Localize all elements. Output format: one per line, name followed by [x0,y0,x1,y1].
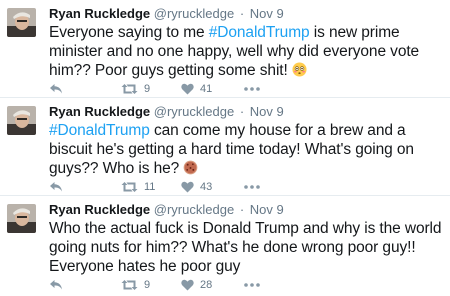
user-name[interactable]: Ryan Ruckledge [49,6,150,21]
heart-icon [181,83,194,95]
retweet-count: 9 [144,279,151,291]
separator: · [239,202,245,217]
retweet-count: 9 [144,83,151,95]
reply-button[interactable] [49,181,121,193]
like-count: 41 [200,83,213,95]
tweet-text-part: Who the actual fuck is Donald Trump and … [49,220,442,275]
tweet-actions: 9 28 [49,278,260,292]
flushed-face-emoji-icon [292,62,307,77]
like-button[interactable]: 28 [181,279,244,291]
tweet-date[interactable]: Nov 9 [250,6,284,21]
avatar[interactable] [7,8,36,37]
more-dots-icon [244,87,260,91]
tweet-feed: Ryan Ruckledge @ryruckledge · Nov 9 Ever… [0,0,450,296]
reply-icon [49,279,63,291]
more-dots-icon [244,185,260,189]
tweet-header: Ryan Ruckledge @ryruckledge · Nov 9 [49,104,446,120]
reply-icon [49,83,63,95]
more-button[interactable] [244,283,260,287]
retweet-button[interactable]: 11 [121,181,181,193]
reply-button[interactable] [49,279,121,291]
tweet-actions: 9 41 [49,82,260,96]
tweet-actions: 11 43 [49,180,260,194]
tweet-text-part: Everyone saying to me [49,24,209,41]
retweet-button[interactable]: 9 [121,83,181,95]
like-count: 28 [200,279,213,291]
retweet-icon [121,83,138,95]
tweet-header: Ryan Ruckledge @ryruckledge · Nov 9 [49,6,446,22]
retweet-button[interactable]: 9 [121,279,181,291]
cookie-emoji-icon [183,160,198,175]
user-name[interactable]: Ryan Ruckledge [49,202,150,217]
reply-icon [49,181,63,193]
avatar[interactable] [7,204,36,233]
separator: · [239,104,245,119]
like-count: 43 [200,181,213,193]
like-button[interactable]: 43 [181,181,244,193]
like-button[interactable]: 41 [181,83,244,95]
tweet-text: #DonaldTrump can come my house for a bre… [49,121,446,178]
retweet-icon [121,279,138,291]
retweet-icon [121,181,138,193]
tweet[interactable]: Ryan Ruckledge @ryruckledge · Nov 9 #Don… [0,98,450,196]
more-button[interactable] [244,87,260,91]
more-button[interactable] [244,185,260,189]
hashtag-link[interactable]: #DonaldTrump [49,122,150,139]
heart-icon [181,279,194,291]
tweet-date[interactable]: Nov 9 [250,202,284,217]
heart-icon [181,181,194,193]
separator: · [239,6,245,21]
user-handle[interactable]: @ryruckledge [154,104,234,119]
avatar[interactable] [7,106,36,135]
more-dots-icon [244,283,260,287]
hashtag-link[interactable]: #DonaldTrump [209,24,310,41]
retweet-count: 11 [144,181,156,193]
tweet-text: Everyone saying to me #DonaldTrump is ne… [49,23,446,80]
tweet[interactable]: Ryan Ruckledge @ryruckledge · Nov 9 Who … [0,196,450,296]
user-handle[interactable]: @ryruckledge [154,6,234,21]
user-name[interactable]: Ryan Ruckledge [49,104,150,119]
user-handle[interactable]: @ryruckledge [154,202,234,217]
tweet[interactable]: Ryan Ruckledge @ryruckledge · Nov 9 Ever… [0,0,450,98]
tweet-header: Ryan Ruckledge @ryruckledge · Nov 9 [49,202,446,218]
tweet-date[interactable]: Nov 9 [250,104,284,119]
reply-button[interactable] [49,83,121,95]
tweet-text: Who the actual fuck is Donald Trump and … [49,219,446,276]
